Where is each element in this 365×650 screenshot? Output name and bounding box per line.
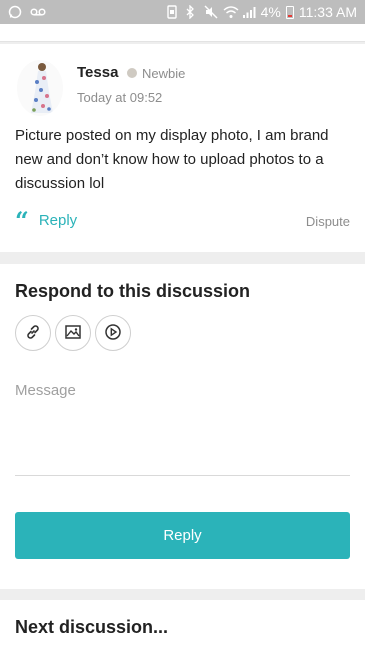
status-bar: 4% 11:33 AM	[0, 0, 365, 24]
next-discussion-title[interactable]: Next discussion...	[15, 617, 168, 638]
attach-image-button[interactable]	[55, 315, 91, 351]
status-left-icons	[8, 5, 46, 19]
reply-link[interactable]: “ Reply	[15, 205, 78, 235]
dispute-link[interactable]: Dispute	[306, 214, 350, 229]
sync-icon	[166, 5, 180, 19]
quote-icon: “	[15, 205, 29, 235]
wifi-icon	[223, 5, 239, 19]
link-icon	[24, 323, 42, 344]
attach-video-button[interactable]	[95, 315, 131, 351]
post-timestamp: Today at 09:52	[77, 90, 163, 105]
mute-icon	[204, 5, 218, 19]
previous-card-edge	[0, 24, 365, 42]
video-icon	[104, 323, 122, 344]
post-body: Picture posted on my display photo, I am…	[15, 127, 329, 192]
battery-percent: 4%	[260, 4, 281, 20]
reply-link-label: Reply	[38, 212, 78, 229]
battery-icon	[285, 5, 294, 19]
image-icon	[64, 323, 82, 344]
clock: 11:33 AM	[298, 4, 357, 20]
rank-badge-icon	[127, 68, 137, 78]
attachment-toolbar	[15, 315, 131, 351]
whatsapp-icon	[8, 5, 22, 19]
respond-title: Respond to this discussion	[15, 281, 251, 301]
respond-card: Respond to this discussion Reply	[0, 264, 365, 589]
signal-icon	[242, 5, 256, 19]
author-name[interactable]: Tessa	[77, 64, 118, 81]
author-rank: Newbie	[142, 66, 186, 81]
message-input[interactable]	[15, 374, 350, 476]
voicemail-icon	[30, 5, 46, 19]
next-discussion-card: Next discussion...	[0, 600, 365, 650]
status-right-icons: 4% 11:33 AM	[166, 4, 357, 20]
bluetooth-icon	[185, 4, 199, 20]
attach-link-button[interactable]	[15, 315, 51, 351]
reply-submit-button[interactable]: Reply	[15, 512, 350, 559]
post-card: Tessa Newbie Today at 09:52 Picture post…	[0, 44, 365, 252]
avatar[interactable]	[17, 60, 63, 116]
